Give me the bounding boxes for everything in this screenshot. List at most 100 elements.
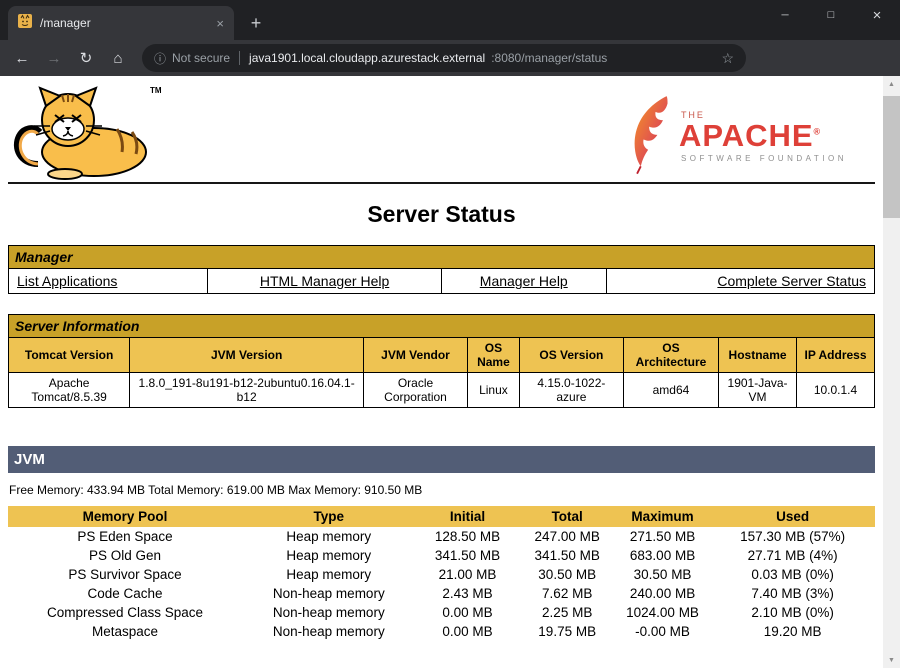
window-controls: ─ □ × [762,0,900,30]
server-info-header: JVM Vendor [364,338,468,373]
link-html-manager-help[interactable]: HTML Manager Help [260,273,389,289]
tomcat-favicon-icon [18,14,32,33]
jvm-section-header: JVM [8,446,875,473]
memory-table-header-row: Memory PoolTypeInitialTotalMaximumUsed [8,506,875,527]
server-info-value: 10.0.1.4 [797,373,875,408]
memory-maximum-cell: 30.50 MB [615,565,710,584]
server-info-value: Apache Tomcat/8.5.39 [9,373,130,408]
server-info-table: Server Information Tomcat VersionJVM Ver… [8,314,875,408]
memory-type-cell: Non-heap memory [242,622,415,641]
memory-total-cell: 247.00 MB [520,527,615,546]
server-info-header: Hostname [719,338,797,373]
url-path: :8080/manager/status [491,51,607,65]
memory-used-cell: 0.03 MB (0%) [710,565,875,584]
server-info-title: Server Information [9,315,875,338]
url-separator [239,51,240,65]
memory-table-row: Code Cache Non-heap memory 2.43 MB 7.62 … [8,584,875,603]
memory-table-row: Compressed Class Space Non-heap memory 0… [8,603,875,622]
trademark-label: TM [150,86,162,95]
memory-used-cell: 19.20 MB [710,622,875,641]
browser-tab[interactable]: /manager × [8,6,234,40]
tab-close-icon[interactable]: × [216,17,224,30]
page-scrollbar[interactable]: ▲ ▼ [883,76,900,668]
server-info-header: IP Address [797,338,875,373]
info-icon[interactable]: ⓘ [154,50,166,67]
address-bar[interactable]: ⓘ Not secure java1901.local.cloudapp.azu… [142,44,746,72]
memory-initial-cell: 341.50 MB [415,546,519,565]
home-icon[interactable]: ⌂ [104,44,132,72]
tab-title: /manager [40,16,208,30]
memory-maximum-cell: 240.00 MB [615,584,710,603]
server-info-header: OS Name [467,338,519,373]
memory-pool-cell: PS Eden Space [8,527,242,546]
minimize-button[interactable]: ─ [762,0,808,30]
memory-maximum-cell: -0.00 MB [615,622,710,641]
memory-total-cell: 7.62 MB [520,584,615,603]
server-info-value-row: Apache Tomcat/8.5.391.8.0_191-8u191-b12-… [9,373,875,408]
scroll-down-icon[interactable]: ▼ [883,652,900,668]
memory-summary: Free Memory: 433.94 MB Total Memory: 619… [9,483,875,497]
server-info-header: OS Architecture [623,338,718,373]
manager-table: Manager List Applications HTML Manager H… [8,245,875,294]
memory-table-row: Metaspace Non-heap memory 0.00 MB 19.75 … [8,622,875,641]
memory-pool-cell: Metaspace [8,622,242,641]
memory-pool-cell: Code Cache [8,584,242,603]
reload-icon[interactable]: ↻ [72,44,100,72]
link-complete-server-status[interactable]: Complete Server Status [717,273,866,289]
bookmark-star-icon[interactable]: ☆ [721,50,734,67]
memory-initial-cell: 2.43 MB [415,584,519,603]
browser-toolbar: ← → ↻ ⌂ ⓘ Not secure java1901.local.clou… [0,40,900,76]
apache-wordmark: APACHE® [679,120,847,151]
memory-total-cell: 341.50 MB [520,546,615,565]
memory-table-header: Type [242,506,415,527]
server-info-header-row: Tomcat VersionJVM VersionJVM VendorOS Na… [9,338,875,373]
maximize-button[interactable]: □ [808,0,854,30]
page-content: TM THE APACHE® SOFTWARE FOUNDATION [0,76,883,668]
server-info-header: JVM Version [130,338,364,373]
memory-maximum-cell: 1024.00 MB [615,603,710,622]
back-icon[interactable]: ← [8,44,36,72]
tomcat-logo [10,86,160,185]
server-info-value: amd64 [623,373,718,408]
link-list-applications[interactable]: List Applications [17,273,117,289]
memory-initial-cell: 128.50 MB [415,527,519,546]
memory-pool-cell: Compressed Class Space [8,603,242,622]
apache-feather-icon [626,92,674,181]
memory-table-header: Maximum [615,506,710,527]
server-info-header: OS Version [519,338,623,373]
memory-pool-cell: PS Survivor Space [8,565,242,584]
memory-table-header: Initial [415,506,519,527]
memory-type-cell: Heap memory [242,565,415,584]
memory-initial-cell: 21.00 MB [415,565,519,584]
memory-pool-cell: PS Old Gen [8,546,242,565]
server-info-header: Tomcat Version [9,338,130,373]
memory-table-header: Used [710,506,875,527]
memory-type-cell: Heap memory [242,527,415,546]
memory-table-header: Memory Pool [8,506,242,527]
memory-total-cell: 19.75 MB [520,622,615,641]
server-info-value: Linux [467,373,519,408]
memory-pool-table: Memory PoolTypeInitialTotalMaximumUsed P… [8,506,875,641]
memory-maximum-cell: 683.00 MB [615,546,710,565]
scroll-up-icon[interactable]: ▲ [883,76,900,92]
memory-total-cell: 30.50 MB [520,565,615,584]
memory-maximum-cell: 271.50 MB [615,527,710,546]
new-tab-button[interactable]: + [242,9,270,37]
scrollbar-thumb[interactable] [883,96,900,218]
memory-used-cell: 157.30 MB (57%) [710,527,875,546]
close-button[interactable]: × [854,0,900,30]
memory-type-cell: Heap memory [242,546,415,565]
apache-logo: THE APACHE® SOFTWARE FOUNDATION [626,92,847,181]
memory-used-cell: 27.71 MB (4%) [710,546,875,565]
memory-type-cell: Non-heap memory [242,584,415,603]
url-host: java1901.local.cloudapp.azurestack.exter… [249,51,485,65]
memory-table-row: PS Eden Space Heap memory 128.50 MB 247.… [8,527,875,546]
memory-initial-cell: 0.00 MB [415,603,519,622]
link-manager-help[interactable]: Manager Help [480,273,568,289]
apache-subtitle: SOFTWARE FOUNDATION [681,154,847,163]
tab-strip: /manager × + ─ □ × [0,0,900,40]
forward-icon[interactable]: → [40,44,68,72]
page-header: TM THE APACHE® SOFTWARE FOUNDATION [8,84,875,182]
memory-table-row: PS Old Gen Heap memory 341.50 MB 341.50 … [8,546,875,565]
manager-links-row: List Applications HTML Manager Help Mana… [9,269,875,294]
